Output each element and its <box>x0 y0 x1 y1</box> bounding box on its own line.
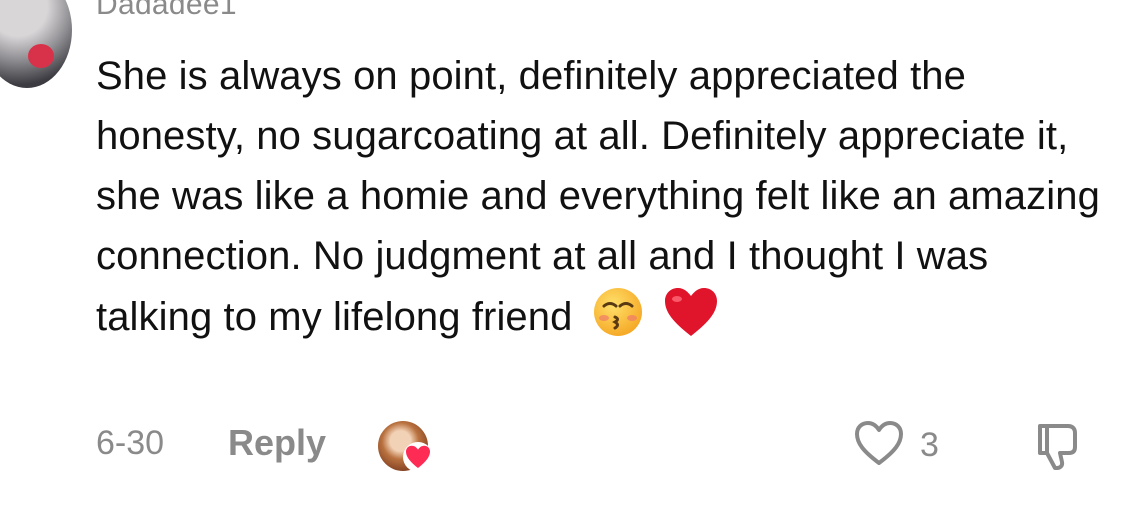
username[interactable]: Dadadee1 <box>96 0 237 22</box>
reply-button[interactable]: Reply <box>228 422 326 464</box>
heart-outline-icon[interactable] <box>853 419 905 467</box>
comment-date: 6-30 <box>96 424 165 462</box>
red-heart-icon <box>664 288 717 336</box>
pink-heart-icon <box>403 442 433 472</box>
avatar-badge <box>28 44 54 68</box>
like-count: 3 <box>920 426 939 464</box>
thumbs-down-icon[interactable] <box>1030 418 1084 472</box>
comment-body: She is always on point, definitely appre… <box>96 46 1106 347</box>
kissing-face-closed-eyes-icon <box>593 288 642 336</box>
commenter-avatar[interactable] <box>0 0 72 88</box>
